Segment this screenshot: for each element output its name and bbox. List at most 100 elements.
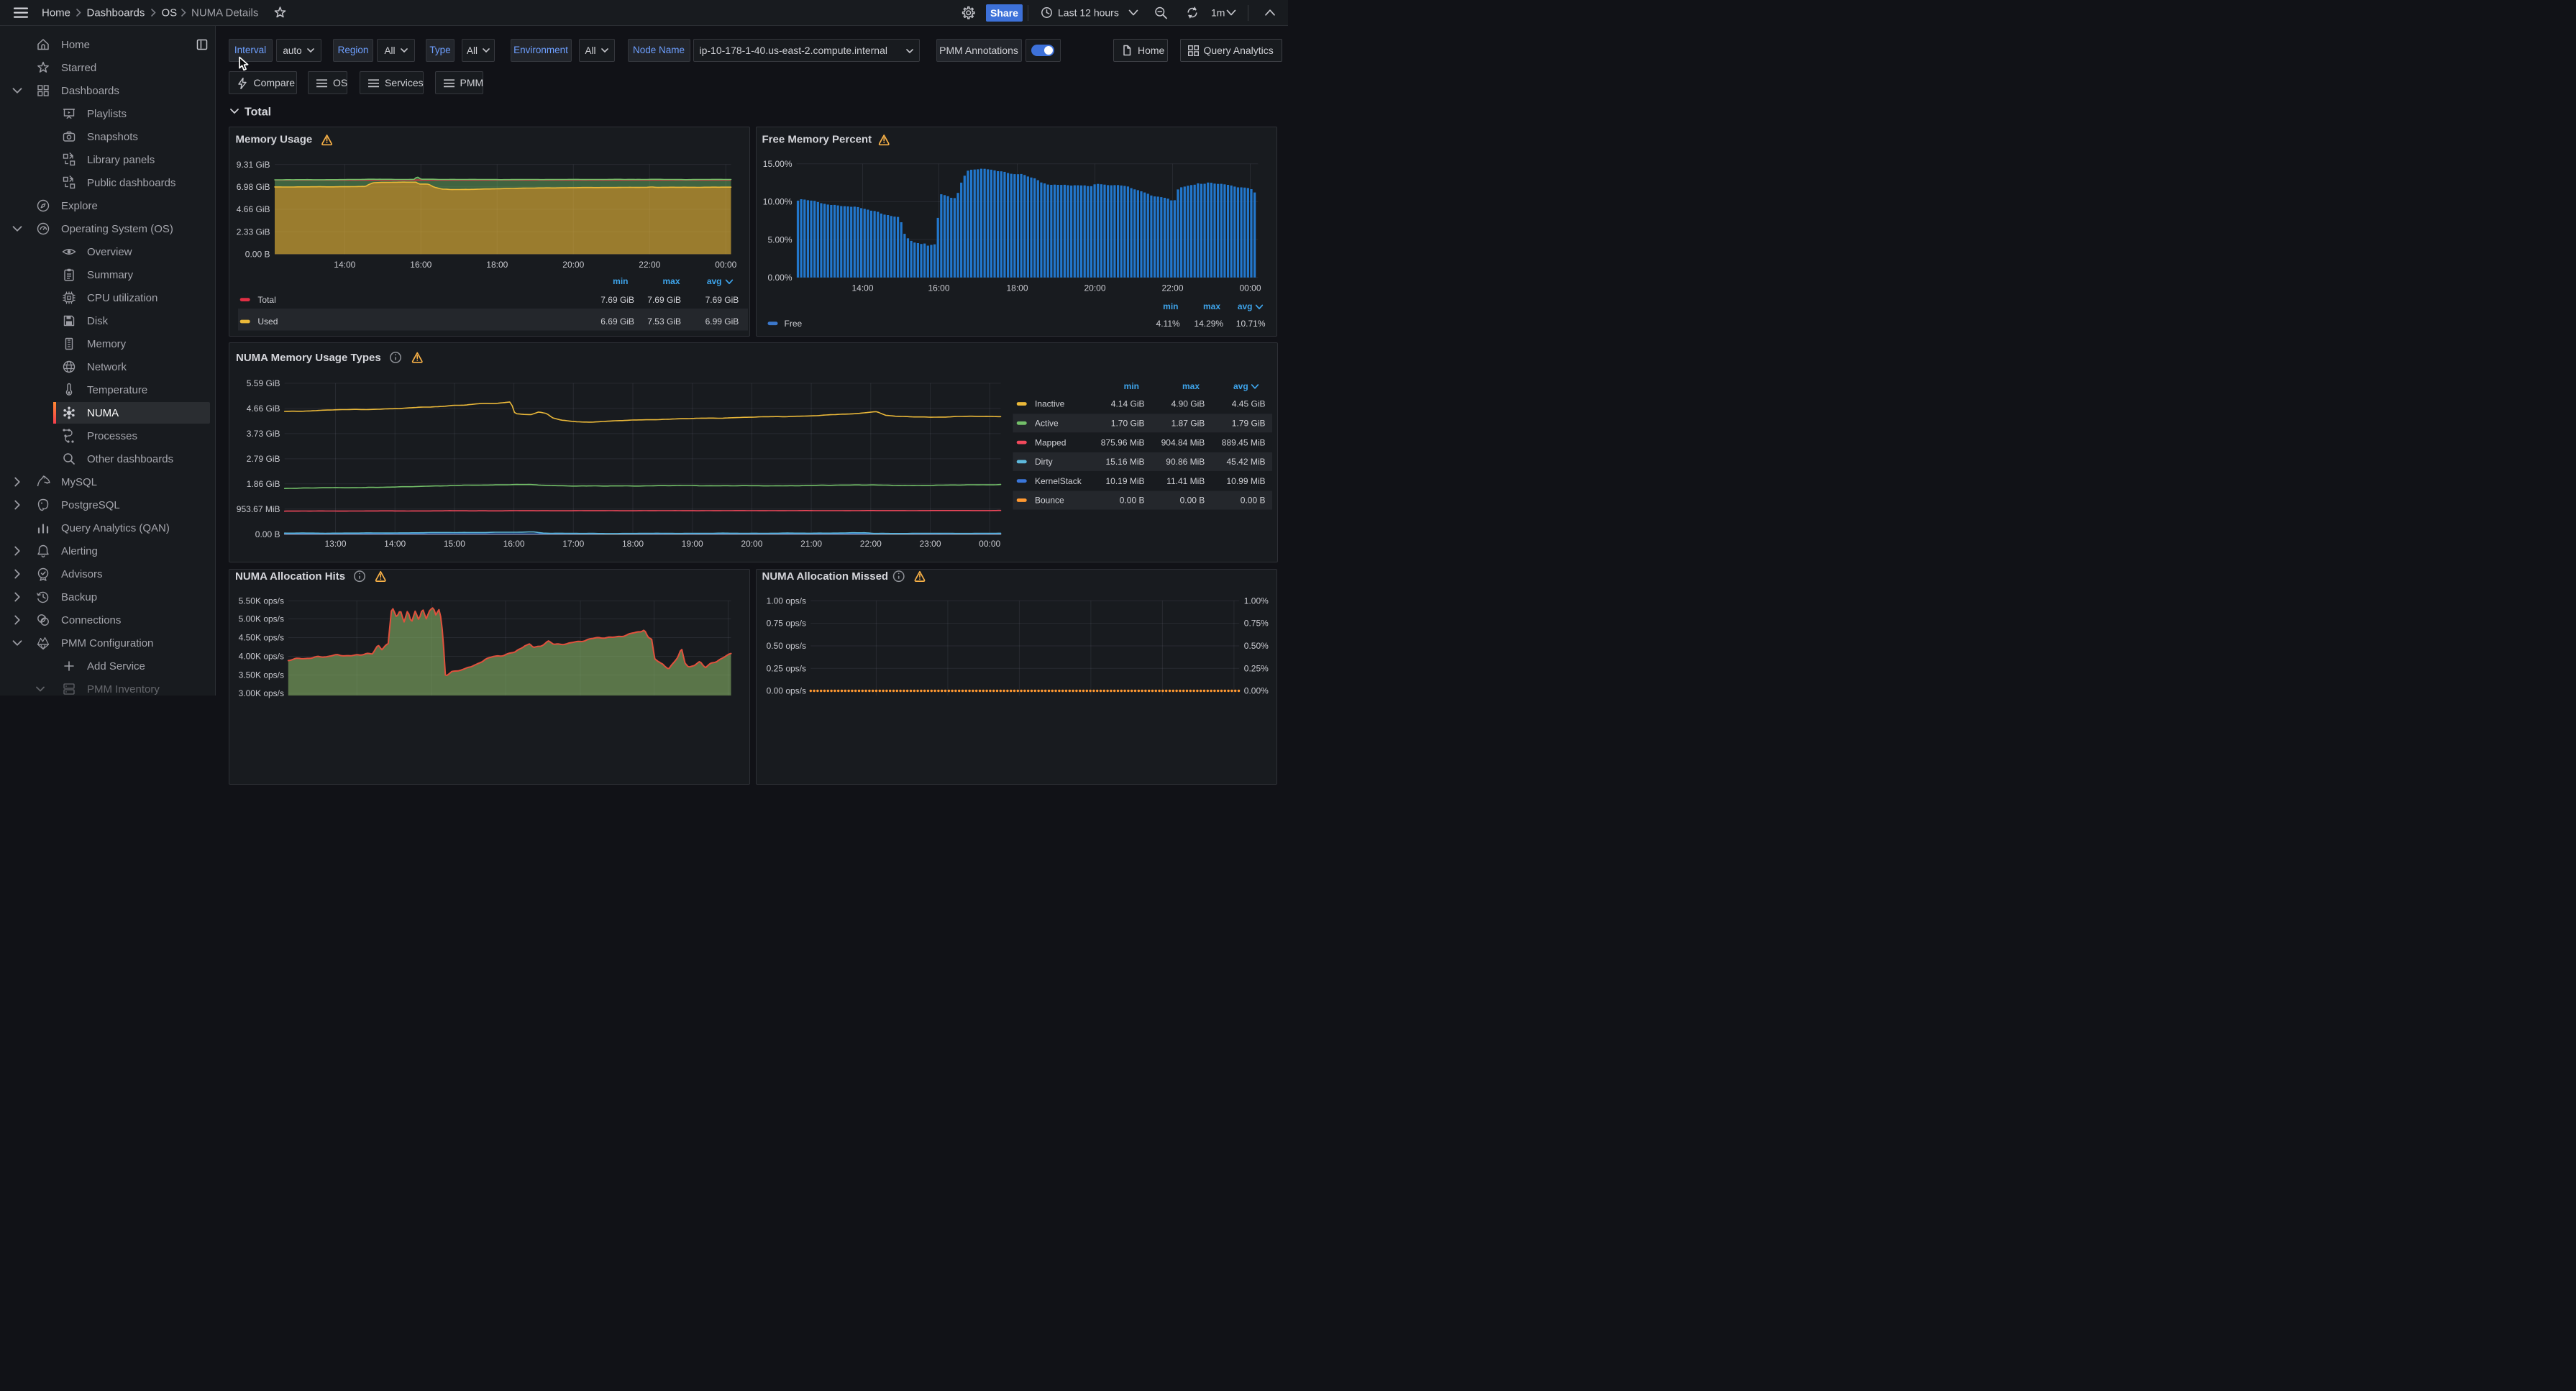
svg-text:1.86 GiB: 1.86 GiB: [246, 479, 280, 489]
svg-text:889.45 MiB: 889.45 MiB: [1221, 437, 1265, 447]
svg-text:5.00K ops/s: 5.00K ops/s: [238, 614, 283, 624]
svg-text:1.00%: 1.00%: [1244, 596, 1269, 606]
svg-text:5.50K ops/s: 5.50K ops/s: [238, 596, 283, 606]
svg-text:1.79 GiB: 1.79 GiB: [1231, 419, 1265, 429]
svg-text:5.59 GiB: 5.59 GiB: [246, 378, 280, 388]
svg-text:Backup: Backup: [61, 591, 97, 603]
svg-text:0.00 B: 0.00 B: [255, 529, 280, 539]
svg-text:11.41 MiB: 11.41 MiB: [1166, 476, 1205, 486]
svg-text:0.00%: 0.00%: [768, 273, 793, 283]
svg-text:00:00: 00:00: [715, 260, 736, 270]
svg-text:PMM Inventory: PMM Inventory: [87, 683, 160, 696]
svg-text:0.00 ops/s: 0.00 ops/s: [767, 685, 806, 696]
svg-text:avg: avg: [706, 276, 721, 286]
svg-text:1.87 GiB: 1.87 GiB: [1171, 419, 1205, 429]
svg-text:Total: Total: [257, 295, 275, 305]
svg-text:NUMA Allocation Missed: NUMA Allocation Missed: [762, 570, 889, 582]
svg-text:00:00: 00:00: [979, 539, 1000, 549]
svg-text:Alerting: Alerting: [61, 545, 98, 557]
svg-text:1.00 ops/s: 1.00 ops/s: [767, 596, 806, 606]
svg-text:NUMA Memory Usage Types: NUMA Memory Usage Types: [236, 352, 381, 364]
svg-text:21:00: 21:00: [800, 539, 822, 549]
svg-text:18:00: 18:00: [621, 539, 643, 549]
svg-text:22:00: 22:00: [1162, 283, 1184, 293]
svg-text:10.19 MiB: 10.19 MiB: [1105, 476, 1144, 486]
svg-text:6.69 GiB: 6.69 GiB: [600, 316, 634, 327]
svg-text:Active: Active: [1035, 419, 1059, 429]
svg-text:6.99 GiB: 6.99 GiB: [705, 316, 739, 327]
svg-text:7.69 GiB: 7.69 GiB: [647, 295, 681, 305]
svg-text:14:00: 14:00: [334, 260, 355, 270]
svg-text:90.86 MiB: 90.86 MiB: [1166, 457, 1205, 467]
svg-text:20:00: 20:00: [741, 539, 762, 549]
svg-text:Last 12 hours: Last 12 hours: [1058, 7, 1119, 19]
svg-text:10.99 MiB: 10.99 MiB: [1226, 476, 1265, 486]
svg-text:PMM Configuration: PMM Configuration: [61, 637, 153, 649]
svg-text:Snapshots: Snapshots: [87, 131, 138, 143]
svg-text:Home: Home: [61, 39, 90, 51]
svg-text:max: max: [662, 276, 680, 286]
svg-text:5.00%: 5.00%: [768, 234, 793, 245]
svg-text:4.45 GiB: 4.45 GiB: [1231, 399, 1265, 409]
svg-text:16:00: 16:00: [503, 539, 524, 549]
svg-text:Disk: Disk: [87, 315, 109, 327]
svg-text:3.50K ops/s: 3.50K ops/s: [238, 670, 283, 680]
svg-text:Connections: Connections: [61, 614, 121, 626]
svg-text:904.84 MiB: 904.84 MiB: [1161, 437, 1205, 447]
svg-text:3.73 GiB: 3.73 GiB: [246, 429, 280, 439]
svg-text:45.42 MiB: 45.42 MiB: [1226, 457, 1265, 467]
svg-text:18:00: 18:00: [486, 260, 508, 270]
svg-text:6.98 GiB: 6.98 GiB: [236, 182, 270, 192]
svg-text:14.29%: 14.29%: [1195, 319, 1224, 329]
svg-text:Inactive: Inactive: [1035, 399, 1065, 409]
svg-text:2.33 GiB: 2.33 GiB: [236, 227, 270, 237]
svg-text:4.90 GiB: 4.90 GiB: [1171, 399, 1205, 409]
svg-text:4.66 GiB: 4.66 GiB: [246, 403, 280, 414]
svg-text:10.00%: 10.00%: [763, 197, 793, 207]
svg-text:14:00: 14:00: [384, 539, 406, 549]
svg-text:Used: Used: [257, 316, 278, 327]
svg-text:0.00 B: 0.00 B: [1119, 496, 1144, 506]
svg-text:1.70 GiB: 1.70 GiB: [1110, 419, 1144, 429]
svg-text:Dirty: Dirty: [1035, 457, 1053, 467]
svg-text:CPU utilization: CPU utilization: [87, 292, 157, 304]
svg-text:NUMA Details: NUMA Details: [191, 7, 258, 19]
svg-text:Public dashboards: Public dashboards: [87, 177, 175, 189]
svg-text:KernelStack: KernelStack: [1035, 476, 1082, 486]
svg-text:Overview: Overview: [87, 246, 132, 258]
svg-text:0.25%: 0.25%: [1244, 663, 1269, 673]
svg-text:Operating System (OS): Operating System (OS): [61, 223, 173, 235]
svg-text:4.11%: 4.11%: [1156, 319, 1180, 329]
svg-text:9.31 GiB: 9.31 GiB: [236, 160, 270, 170]
svg-text:20:00: 20:00: [1084, 283, 1106, 293]
svg-text:20:00: 20:00: [562, 260, 584, 270]
svg-text:22:00: 22:00: [859, 539, 881, 549]
svg-text:NUMA Allocation Hits: NUMA Allocation Hits: [235, 570, 345, 582]
svg-text:953.67 MiB: 953.67 MiB: [236, 504, 280, 514]
svg-text:2.79 GiB: 2.79 GiB: [246, 454, 280, 464]
svg-text:16:00: 16:00: [928, 283, 950, 293]
svg-text:0.00%: 0.00%: [1244, 685, 1269, 696]
svg-text:Bounce: Bounce: [1035, 496, 1064, 506]
svg-text:Add Service: Add Service: [87, 660, 145, 672]
svg-text:PostgreSQL: PostgreSQL: [61, 499, 120, 511]
svg-text:Network: Network: [87, 361, 127, 373]
svg-text:0.00 B: 0.00 B: [1240, 496, 1265, 506]
svg-text:19:00: 19:00: [681, 539, 703, 549]
svg-text:15.00%: 15.00%: [763, 159, 793, 169]
svg-text:Playlists: Playlists: [87, 108, 127, 120]
svg-text:875.96 MiB: 875.96 MiB: [1100, 437, 1144, 447]
svg-text:15.16 MiB: 15.16 MiB: [1105, 457, 1144, 467]
svg-text:Free Memory Percent: Free Memory Percent: [762, 134, 872, 146]
svg-text:4.66 GiB: 4.66 GiB: [236, 204, 270, 214]
svg-text:00:00: 00:00: [1240, 283, 1261, 293]
svg-text:Free: Free: [785, 319, 803, 329]
svg-text:NUMA: NUMA: [87, 407, 119, 419]
svg-text:7.69 GiB: 7.69 GiB: [705, 295, 739, 305]
svg-text:avg: avg: [1233, 381, 1248, 391]
svg-text:Library panels: Library panels: [87, 154, 155, 166]
svg-text:0.00 B: 0.00 B: [245, 250, 270, 260]
svg-text:Query Analytics (QAN): Query Analytics (QAN): [61, 522, 170, 534]
svg-text:0.00 B: 0.00 B: [1179, 496, 1205, 506]
svg-text:7.69 GiB: 7.69 GiB: [600, 295, 634, 305]
